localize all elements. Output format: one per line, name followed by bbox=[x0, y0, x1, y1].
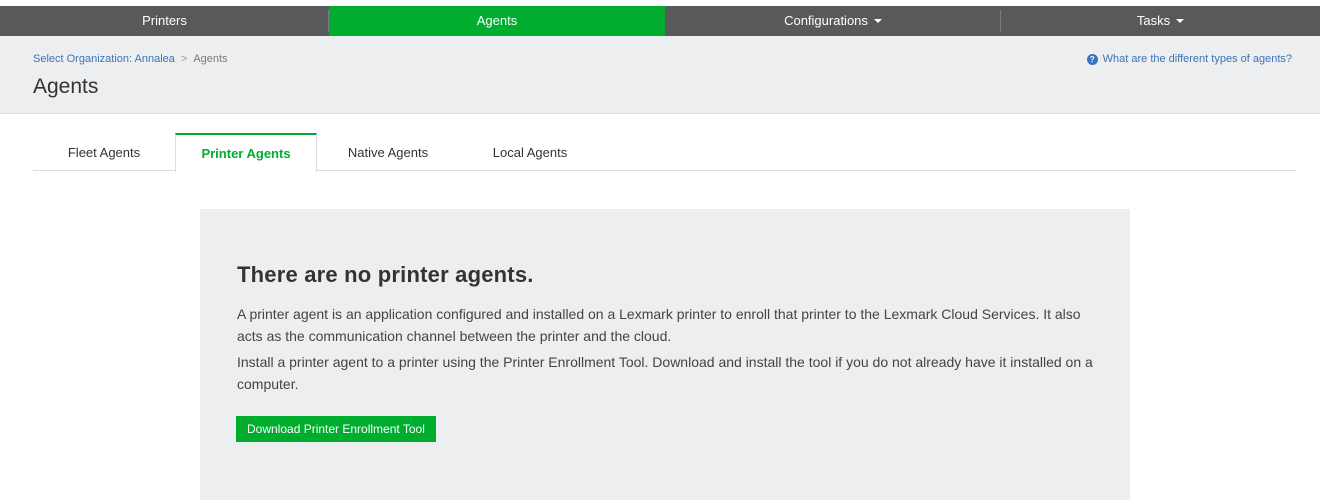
tab-fleet-agents[interactable]: Fleet Agents bbox=[33, 133, 175, 171]
agent-tabs: Fleet Agents Printer Agents Native Agent… bbox=[33, 133, 1296, 172]
breadcrumb-organization-link[interactable]: Select Organization: Annalea bbox=[33, 53, 175, 65]
question-circle-icon: ? bbox=[1086, 53, 1098, 65]
nav-configurations-label: Configurations bbox=[784, 13, 868, 28]
tab-local-agents[interactable]: Local Agents bbox=[459, 133, 601, 171]
caret-down-icon bbox=[1176, 18, 1185, 23]
empty-state-instructions: Install a printer agent to a printer usi… bbox=[237, 354, 1093, 392]
breadcrumb-separator: > bbox=[180, 53, 188, 65]
empty-state-panel: There are no printer agents. A printer a… bbox=[200, 209, 1130, 500]
empty-state-title: There are no printer agents. bbox=[237, 262, 534, 287]
tab-native-agents[interactable]: Native Agents bbox=[317, 133, 459, 171]
page-title: Agents bbox=[33, 75, 99, 98]
page-header: Select Organization: Annalea > Agents Ag… bbox=[0, 36, 1320, 114]
empty-state-description: A printer agent is an application config… bbox=[237, 306, 1081, 344]
tab-printer-agents[interactable]: Printer Agents bbox=[175, 133, 317, 172]
download-enrollment-tool-button[interactable]: Download Printer Enrollment Tool bbox=[236, 416, 436, 442]
nav-tasks[interactable]: Tasks bbox=[1001, 6, 1320, 36]
nav-agents[interactable]: Agents bbox=[329, 6, 665, 36]
breadcrumb: Select Organization: Annalea > Agents bbox=[33, 53, 228, 65]
nav-agents-label: Agents bbox=[476, 13, 518, 28]
nav-printers[interactable]: Printers bbox=[0, 6, 329, 36]
agent-types-help-link[interactable]: ? What are the different types of agents… bbox=[1086, 53, 1292, 65]
nav-tasks-label: Tasks bbox=[1136, 13, 1171, 28]
caret-down-icon bbox=[873, 18, 882, 23]
nav-printers-label: Printers bbox=[142, 13, 187, 28]
breadcrumb-current: Agents bbox=[193, 53, 228, 65]
top-navigation: Printers Agents Configurations Tasks bbox=[0, 6, 1320, 36]
help-link-label: What are the different types of agents? bbox=[1102, 53, 1292, 65]
nav-configurations[interactable]: Configurations bbox=[665, 6, 1001, 36]
